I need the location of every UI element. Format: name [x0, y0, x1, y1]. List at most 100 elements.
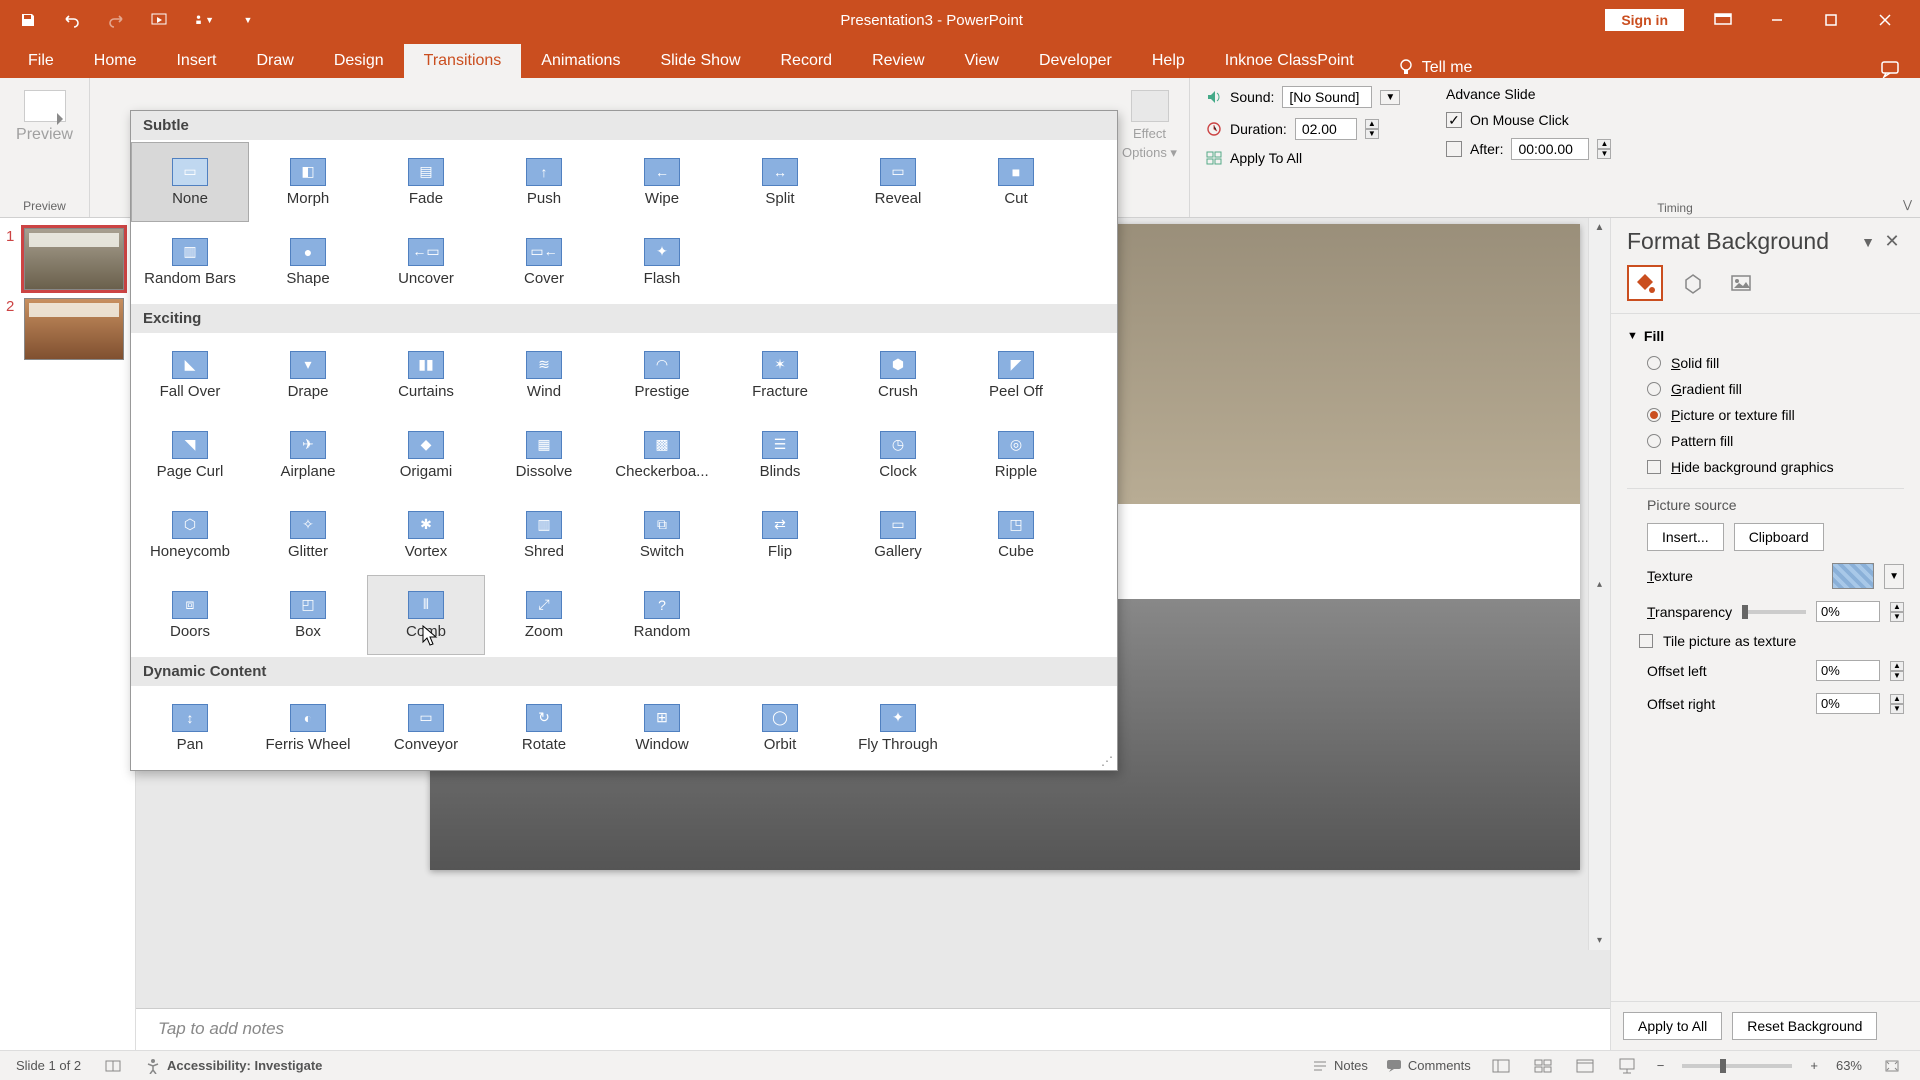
- transition-orbit[interactable]: ◯Orbit: [721, 688, 839, 768]
- apply-all-row[interactable]: Apply To All: [1206, 150, 1414, 166]
- gradient-fill-option[interactable]: Gradient fill: [1627, 376, 1904, 402]
- transition-blinds[interactable]: ☰Blinds: [721, 415, 839, 495]
- section-icon[interactable]: [105, 1059, 121, 1073]
- tab-help[interactable]: Help: [1132, 44, 1205, 78]
- transition-vortex[interactable]: ✱Vortex: [367, 495, 485, 575]
- vertical-scrollbar[interactable]: ▲ ▴ ▾: [1588, 218, 1610, 950]
- pattern-fill-option[interactable]: Pattern fill: [1627, 428, 1904, 454]
- duration-input[interactable]: [1295, 118, 1357, 140]
- transition-peel-off[interactable]: ◤Peel Off: [957, 335, 1075, 415]
- transition-box[interactable]: ◰Box: [249, 575, 367, 655]
- undo-icon[interactable]: [62, 10, 82, 30]
- tab-view[interactable]: View: [945, 44, 1019, 78]
- zoom-in-button[interactable]: +: [1810, 1058, 1818, 1073]
- tab-home[interactable]: Home: [74, 44, 157, 78]
- transition-conveyor[interactable]: ▭Conveyor: [367, 688, 485, 768]
- transition-ripple[interactable]: ◎Ripple: [957, 415, 1075, 495]
- slide-thumb-1[interactable]: 1: [0, 224, 135, 294]
- transition-morph[interactable]: ◧Morph: [249, 142, 367, 222]
- fill-section-header[interactable]: ▼Fill: [1627, 322, 1904, 350]
- tab-review[interactable]: Review: [852, 44, 944, 78]
- maximize-icon[interactable]: [1816, 5, 1846, 35]
- transition-switch[interactable]: ⧉Switch: [603, 495, 721, 575]
- transition-curtains[interactable]: ▮▮Curtains: [367, 335, 485, 415]
- transition-dissolve[interactable]: ▦Dissolve: [485, 415, 603, 495]
- transition-flip[interactable]: ⇄Flip: [721, 495, 839, 575]
- pane-options-icon[interactable]: ▼: [1856, 234, 1880, 250]
- sound-dropdown-arrow[interactable]: ▼: [1380, 90, 1400, 105]
- transition-gallery[interactable]: ▭Gallery: [839, 495, 957, 575]
- apply-to-all-button[interactable]: Apply to All: [1623, 1012, 1722, 1040]
- fill-category-icon[interactable]: [1627, 265, 1663, 301]
- transparency-spinner[interactable]: ▲▼: [1890, 602, 1904, 622]
- offset-right-spinner[interactable]: ▲▼: [1890, 694, 1904, 714]
- tab-transitions[interactable]: Transitions: [404, 44, 522, 78]
- tile-option[interactable]: Tile picture as texture: [1627, 628, 1904, 654]
- transition-shape[interactable]: ●Shape: [249, 222, 367, 302]
- comments-toggle[interactable]: Comments: [1386, 1058, 1471, 1073]
- transition-rotate[interactable]: ↻Rotate: [485, 688, 603, 768]
- transition-fall-over[interactable]: ◣Fall Over: [131, 335, 249, 415]
- offset-left-spinner[interactable]: ▲▼: [1890, 661, 1904, 681]
- zoom-level[interactable]: 63%: [1836, 1058, 1862, 1073]
- on-mouse-click-row[interactable]: ✓ On Mouse Click: [1446, 112, 1904, 128]
- transition-origami[interactable]: ◆Origami: [367, 415, 485, 495]
- transition-flash[interactable]: ✦Flash: [603, 222, 721, 302]
- notes-area[interactable]: Tap to add notes: [136, 1008, 1610, 1050]
- tab-draw[interactable]: Draw: [236, 44, 313, 78]
- transition-fly-through[interactable]: ✦Fly Through: [839, 688, 957, 768]
- transition-page-curl[interactable]: ◥Page Curl: [131, 415, 249, 495]
- tab-insert[interactable]: Insert: [156, 44, 236, 78]
- qat-customize-icon[interactable]: ▼: [238, 10, 258, 30]
- transition-zoom[interactable]: ⤢Zoom: [485, 575, 603, 655]
- reset-background-button[interactable]: Reset Background: [1732, 1012, 1877, 1040]
- transition-cube[interactable]: ◳Cube: [957, 495, 1075, 575]
- zoom-slider[interactable]: [1682, 1064, 1792, 1068]
- texture-dropdown[interactable]: [1832, 563, 1874, 589]
- tab-animations[interactable]: Animations: [521, 44, 640, 78]
- tab-design[interactable]: Design: [314, 44, 404, 78]
- transition-drape[interactable]: ▾Drape: [249, 335, 367, 415]
- transition-shred[interactable]: ▥Shred: [485, 495, 603, 575]
- effect-options-button[interactable]: Effect Options ▾: [1120, 82, 1180, 161]
- tab-inknoe-classpoint[interactable]: Inknoe ClassPoint: [1205, 44, 1374, 78]
- preview-button[interactable]: Preview: [15, 82, 75, 144]
- save-icon[interactable]: [18, 10, 38, 30]
- transition-ferris-wheel[interactable]: ◐Ferris Wheel: [249, 688, 367, 768]
- transition-checkerboa-[interactable]: ▩Checkerboa...: [603, 415, 721, 495]
- sign-in-button[interactable]: Sign in: [1605, 9, 1684, 31]
- minimize-icon[interactable]: [1762, 5, 1792, 35]
- after-spinner[interactable]: ▲▼: [1597, 139, 1611, 159]
- transition-cover[interactable]: ▭←Cover: [485, 222, 603, 302]
- scroll-prev-icon[interactable]: ▴: [1597, 579, 1602, 590]
- transition-window[interactable]: ⊞Window: [603, 688, 721, 768]
- texture-dropdown-arrow[interactable]: ▼: [1884, 564, 1904, 589]
- transition-push[interactable]: ↑Push: [485, 142, 603, 222]
- offset-left-input[interactable]: [1816, 660, 1880, 681]
- ribbon-display-options-icon[interactable]: [1708, 5, 1738, 35]
- picture-fill-option[interactable]: Picture or texture fill: [1627, 402, 1904, 428]
- transparency-input[interactable]: [1816, 601, 1880, 622]
- reading-view-icon[interactable]: [1573, 1056, 1597, 1076]
- transition-uncover[interactable]: ←▭Uncover: [367, 222, 485, 302]
- tab-slide-show[interactable]: Slide Show: [640, 44, 760, 78]
- picture-category-icon[interactable]: [1723, 265, 1759, 301]
- ribbon-collapse-icon[interactable]: ⋁: [1903, 198, 1912, 211]
- touch-mode-icon[interactable]: ▼: [194, 10, 214, 30]
- pane-close-icon[interactable]: ✕: [1880, 231, 1904, 252]
- transition-pan[interactable]: ↕Pan: [131, 688, 249, 768]
- accessibility-status[interactable]: Accessibility: Investigate: [145, 1058, 322, 1074]
- fit-to-window-icon[interactable]: [1880, 1056, 1904, 1076]
- tab-record[interactable]: Record: [761, 44, 853, 78]
- transition-clock[interactable]: ◷Clock: [839, 415, 957, 495]
- transition-none[interactable]: ▭None: [131, 142, 249, 222]
- slide-sorter-view-icon[interactable]: [1531, 1056, 1555, 1076]
- transition-random[interactable]: ?Random: [603, 575, 721, 655]
- scroll-up-icon[interactable]: ▲: [1595, 222, 1605, 233]
- transition-reveal[interactable]: ▭Reveal: [839, 142, 957, 222]
- tile-checkbox[interactable]: [1639, 634, 1653, 648]
- comments-ribbon-icon[interactable]: [1880, 60, 1900, 78]
- transition-wipe[interactable]: ←Wipe: [603, 142, 721, 222]
- clipboard-button[interactable]: Clipboard: [1734, 523, 1824, 551]
- hide-bg-checkbox[interactable]: [1647, 460, 1661, 474]
